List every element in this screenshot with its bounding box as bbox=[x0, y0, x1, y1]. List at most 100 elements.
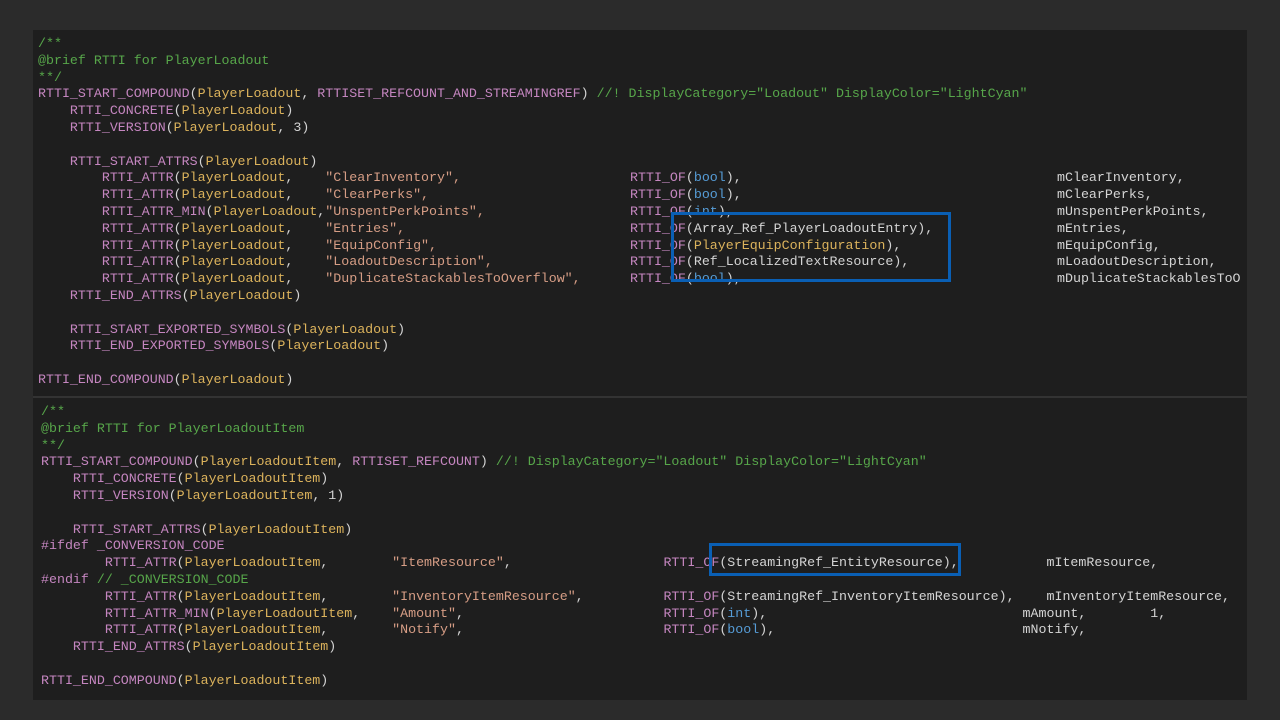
code-token: PlayerLoadoutItem bbox=[184, 622, 321, 638]
code-token: , bbox=[503, 555, 664, 571]
code-token: ) bbox=[328, 639, 337, 655]
comment-text: @brief RTTI for PlayerLoadoutItem bbox=[41, 420, 305, 436]
code-line: RTTI_CONCRETE(PlayerLoadout) bbox=[38, 103, 293, 119]
comment-text: @brief RTTI for PlayerLoadout bbox=[38, 52, 270, 68]
attr-name: "UnspentPerkPoints", bbox=[325, 204, 485, 219]
code-token: ( bbox=[168, 488, 177, 503]
code-token: (StreamingRef_InventoryItemResource), bbox=[719, 588, 1047, 604]
code-line: RTTI_ATTR(PlayerLoadoutItem, "InventoryI… bbox=[41, 589, 1230, 605]
code-token: ( bbox=[165, 120, 174, 135]
code-token: RTTI_CONCRETE bbox=[72, 471, 177, 487]
code-token: ) bbox=[293, 288, 302, 303]
attr-class: PlayerLoadout bbox=[181, 187, 286, 203]
code-token: ( bbox=[189, 86, 198, 102]
comment-line: /** bbox=[41, 404, 65, 420]
code-token: PlayerLoadout bbox=[293, 321, 398, 337]
attr-member: mUnspentPerkPoints, bbox=[1057, 204, 1209, 220]
code-token: PlayerLoadoutItem bbox=[192, 639, 329, 655]
code-token: RTTI_ATTR_MIN bbox=[104, 605, 209, 621]
code-token: RTTI_START_ATTRS bbox=[69, 153, 198, 169]
attr-sep: , bbox=[285, 237, 326, 253]
member-name: mEquipConfig, bbox=[1057, 237, 1161, 253]
attr-macro: RTTI_ATTR bbox=[101, 237, 174, 253]
code-token: // _CONVERSION_CODE bbox=[96, 572, 249, 587]
code-token: ( bbox=[181, 288, 190, 303]
code-token: int bbox=[727, 605, 752, 621]
attr-macro: RTTI_ATTR bbox=[101, 170, 174, 186]
attr-member: mClearPerks, bbox=[1057, 187, 1153, 203]
attr-row: RTTI_ATTR_MIN(PlayerLoadout,"UnspentPerk… bbox=[38, 204, 485, 220]
code-line: RTTI_ATTR(PlayerLoadoutItem, "ItemResour… bbox=[41, 555, 1158, 571]
code-token: ) bbox=[309, 153, 318, 169]
code-token: PlayerLoadout bbox=[181, 372, 286, 387]
code-token: "InventoryItemResource" bbox=[392, 588, 576, 604]
member-name: mClearInventory, bbox=[1057, 170, 1185, 186]
code-token: ) bbox=[320, 471, 329, 487]
code-line: RTTI_START_COMPOUND(PlayerLoadoutItem, R… bbox=[41, 454, 927, 470]
attr-row: RTTI_ATTR(PlayerLoadout, "DuplicateStack… bbox=[38, 271, 581, 287]
code-token: ( bbox=[192, 454, 201, 470]
code-token: //! DisplayCategory="Loadout" DisplayCol… bbox=[495, 454, 927, 470]
code-token: ) bbox=[285, 103, 294, 119]
code-token: RTTI_START_ATTRS bbox=[72, 521, 201, 537]
comment-text: **/ bbox=[41, 437, 65, 453]
code-token: PlayerLoadout bbox=[189, 288, 294, 303]
attr-row: RTTI_ATTR(PlayerLoadout, "LoadoutDescrip… bbox=[38, 254, 493, 270]
code-line: RTTI_END_ATTRS(PlayerLoadoutItem) bbox=[41, 639, 336, 655]
code-token: ( bbox=[176, 622, 185, 638]
code-token: ) bbox=[381, 338, 390, 354]
code-token: RTTI_END_ATTRS bbox=[72, 639, 185, 655]
attr-class: PlayerLoadout bbox=[181, 220, 286, 236]
member-name: mDuplicateStackablesToO bbox=[1057, 271, 1241, 287]
paren: ( bbox=[173, 170, 182, 186]
comment-line: **/ bbox=[41, 438, 65, 454]
attr-sep: , bbox=[285, 271, 326, 287]
code-token: ( bbox=[184, 639, 193, 655]
code-token: ) bbox=[479, 454, 496, 470]
code-line: RTTI_START_COMPOUND(PlayerLoadout, RTTIS… bbox=[38, 86, 1027, 102]
code-token: RTTISET_REFCOUNT bbox=[352, 454, 480, 470]
paren: ( bbox=[173, 271, 182, 287]
code-token: RTTI_OF bbox=[663, 622, 720, 638]
comment-line: **/ bbox=[38, 70, 62, 86]
code-token: //! DisplayCategory="Loadout" DisplayCol… bbox=[596, 86, 1028, 102]
code-token: RTTI_CONCRETE bbox=[69, 103, 174, 119]
attr-tail: ), bbox=[725, 170, 742, 186]
code-token: RTTI_END_COMPOUND bbox=[41, 672, 177, 688]
member-name: mLoadoutDescription, bbox=[1057, 254, 1217, 270]
code-token: "Amount" bbox=[392, 605, 456, 621]
code-token: PlayerLoadoutItem bbox=[176, 488, 313, 503]
attr-name: "DuplicateStackablesToOverflow", bbox=[325, 271, 581, 287]
code-token: ( bbox=[197, 153, 206, 169]
attr-member: mEquipConfig, bbox=[1057, 238, 1161, 254]
highlight-box-loadout-types bbox=[671, 212, 951, 282]
attr-macro: RTTI_ATTR bbox=[101, 220, 174, 236]
code-token: ( bbox=[173, 103, 182, 119]
attr-member: mEntries, bbox=[1057, 221, 1129, 237]
code-token: mAmount, 1, bbox=[1022, 605, 1167, 621]
code-line: #ifdef _CONVERSION_CODE bbox=[41, 538, 225, 554]
code-token: ( bbox=[176, 672, 185, 688]
rtti-of-macro: RTTI_OF bbox=[630, 170, 686, 186]
code-token: RTTI_START_COMPOUND bbox=[38, 86, 190, 102]
comment-line: /** bbox=[38, 36, 62, 52]
code-token: , bbox=[575, 588, 664, 604]
code-token: , bbox=[320, 588, 393, 604]
code-panel-player-loadout: /** @brief RTTI for PlayerLoadout **/RTTI_… bbox=[33, 30, 1247, 396]
code-token: , bbox=[301, 86, 318, 102]
comment-text: /** bbox=[38, 36, 62, 51]
code-line: RTTI_START_ATTRS(PlayerLoadoutItem) bbox=[41, 522, 352, 538]
attr-name: "EquipConfig", bbox=[325, 237, 438, 253]
code-token: ( bbox=[200, 521, 209, 537]
attr-type: RTTI_OF(bool), bbox=[630, 187, 742, 203]
paren: ( bbox=[173, 237, 182, 253]
attr-row: RTTI_ATTR(PlayerLoadout, "Entries", bbox=[38, 221, 405, 237]
code-token: RTTISET_REFCOUNT_AND_STREAMINGREF bbox=[317, 86, 581, 102]
member-name: mEntries, bbox=[1057, 220, 1129, 236]
